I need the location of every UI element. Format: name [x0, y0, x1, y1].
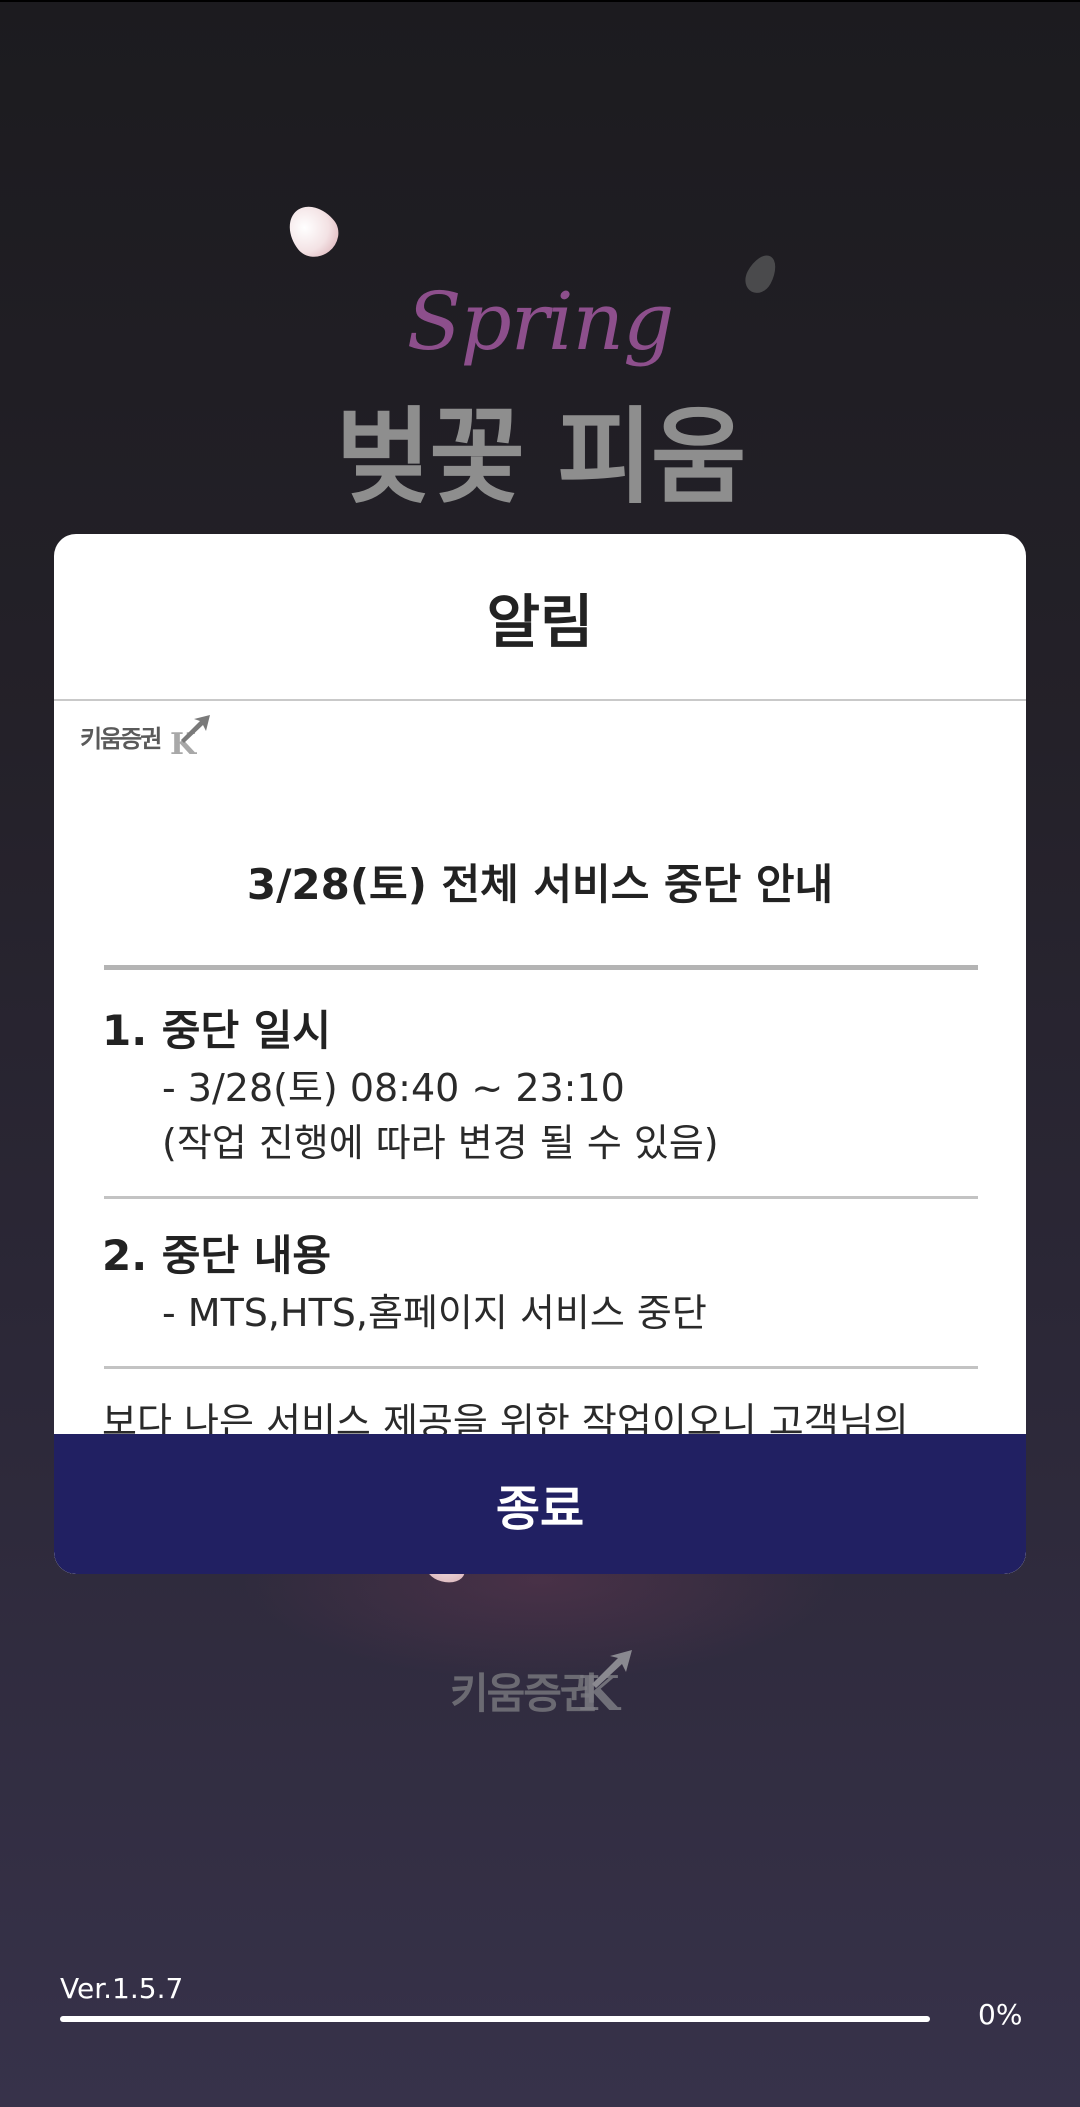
- logo-text: 키움증권: [450, 1669, 599, 1718]
- dialog-header: 알림: [54, 534, 1026, 701]
- logo-arrow-icon: [181, 715, 210, 743]
- divider: [104, 965, 978, 970]
- closing-text: 보다 나은 서비스 제공을 위한 작업이오니 고객님의: [102, 1400, 909, 1434]
- section-line: - 3/28(토) 08:40 ~ 23:10: [162, 1066, 625, 1110]
- section-line: (작업 진행에 따라 변경 될 수 있음): [162, 1121, 719, 1165]
- divider: [104, 1196, 978, 1199]
- divider: [104, 1366, 978, 1369]
- section-heading: 1. 중단 일시: [102, 1006, 331, 1055]
- progress-percent: 0%: [978, 1998, 1023, 2031]
- section-heading: 2. 중단 내용: [102, 1231, 331, 1280]
- logo-arrow-icon: [592, 1650, 632, 1688]
- notice-dialog: 알림 키움증권 K 3/28(토) 전체 서비스 중단 안내 1. 중단 일시 …: [54, 534, 1026, 1574]
- kiwoom-logo: 키움증권 K: [80, 715, 210, 762]
- background-headline: 벚꽃 피움: [335, 396, 747, 518]
- section-line: - MTS,HTS,홈페이지 서비스 중단: [162, 1291, 707, 1335]
- dialog-scroll-content[interactable]: 키움증권 K 3/28(토) 전체 서비스 중단 안내 1. 중단 일시 - 3…: [54, 701, 1026, 1434]
- dialog-title: 알림: [486, 587, 594, 656]
- top-edge-line: [0, 0, 1080, 2]
- close-button[interactable]: 종료: [54, 1434, 1026, 1574]
- background-kiwoom-logo: 키움증권 K: [450, 1650, 632, 1722]
- background-spring-text: Spring: [406, 275, 675, 368]
- logo-text: 키움증권: [80, 725, 162, 753]
- close-button-label: 종료: [495, 1481, 585, 1537]
- version-label: Ver.1.5.7: [60, 1972, 184, 2005]
- notice-title: 3/28(토) 전체 서비스 중단 안내: [246, 860, 834, 909]
- cherry-petal-decoration: [278, 196, 348, 266]
- progress-bar: [60, 2016, 930, 2022]
